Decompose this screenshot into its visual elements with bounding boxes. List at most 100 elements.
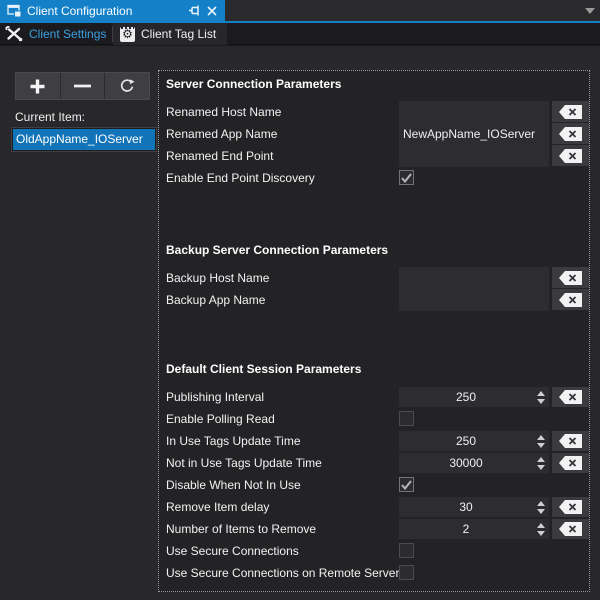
pin-icon[interactable] bbox=[188, 4, 202, 17]
checkbox[interactable] bbox=[399, 477, 414, 492]
spinner-up-icon[interactable] bbox=[537, 457, 545, 462]
text-input[interactable] bbox=[399, 145, 549, 167]
form-row: Number of Items to Remove2 bbox=[166, 518, 589, 540]
form-row: Use Secure Connections bbox=[166, 540, 589, 562]
tab-label: Client Tag List bbox=[141, 27, 216, 41]
field-label: Disable When Not In Use bbox=[166, 474, 399, 496]
form-row: In Use Tags Update Time250 bbox=[166, 430, 589, 452]
content-area: Current Item: OldAppName_IOServer Server… bbox=[0, 46, 600, 600]
number-input[interactable]: 250 bbox=[399, 387, 549, 407]
section-header: Server Connection Parameters bbox=[166, 77, 589, 91]
clear-button[interactable] bbox=[552, 497, 589, 517]
number-input[interactable]: 2 bbox=[399, 519, 549, 539]
clear-button[interactable] bbox=[552, 453, 589, 473]
plus-icon bbox=[29, 78, 46, 95]
clear-backspace-icon bbox=[559, 434, 582, 448]
form-row: Enable Polling Read bbox=[166, 408, 589, 430]
list-item[interactable]: OldAppName_IOServer bbox=[13, 129, 155, 150]
spinner-down-icon[interactable] bbox=[537, 509, 545, 514]
section-header: Backup Server Connection Parameters bbox=[166, 243, 589, 257]
form-row: Backup App Name bbox=[166, 289, 589, 311]
clear-button[interactable] bbox=[552, 289, 589, 311]
spinner-up-icon[interactable] bbox=[537, 435, 545, 440]
checkbox-cell bbox=[399, 408, 549, 430]
form-row: Renamed Host Name bbox=[166, 101, 589, 123]
gear-panel-icon: ⚙ bbox=[120, 27, 135, 42]
section-header: Default Client Session Parameters bbox=[166, 362, 589, 376]
clear-button[interactable] bbox=[552, 431, 589, 451]
form-row: Backup Host Name bbox=[166, 267, 589, 289]
spinner bbox=[533, 519, 549, 539]
clear-button[interactable] bbox=[552, 387, 589, 407]
field-label: Publishing Interval bbox=[166, 386, 399, 408]
field-label: Number of Items to Remove bbox=[166, 518, 399, 540]
clear-backspace-icon bbox=[559, 271, 582, 285]
clear-backspace-icon bbox=[559, 293, 582, 307]
clear-backspace-icon bbox=[559, 500, 582, 514]
tools-wrench-icon bbox=[5, 26, 23, 42]
close-icon[interactable] bbox=[207, 6, 217, 16]
text-input[interactable]: NewAppName_IOServer bbox=[399, 123, 549, 145]
spinner-up-icon[interactable] bbox=[537, 523, 545, 528]
checkbox-cell bbox=[399, 562, 549, 584]
window-title-tab[interactable]: Client Configuration bbox=[0, 0, 225, 21]
number-value: 250 bbox=[399, 390, 533, 404]
dropdown-arrow-icon[interactable] bbox=[585, 8, 595, 14]
spinner-up-icon[interactable] bbox=[537, 391, 545, 396]
spinner-up-icon[interactable] bbox=[537, 501, 545, 506]
remove-button[interactable] bbox=[61, 73, 106, 99]
clear-button[interactable] bbox=[552, 519, 589, 539]
number-value: 2 bbox=[399, 522, 533, 536]
form-section: Backup Server Connection Parameters Backu… bbox=[166, 243, 589, 311]
spinner bbox=[533, 453, 549, 473]
field-label: Remove Item delay bbox=[166, 496, 399, 518]
spinner bbox=[533, 431, 549, 451]
field-label: Backup App Name bbox=[166, 289, 399, 311]
text-input[interactable] bbox=[399, 101, 549, 123]
item-toolbar bbox=[15, 72, 150, 100]
checkbox-cell bbox=[399, 167, 549, 189]
checkbox[interactable] bbox=[399, 565, 414, 580]
field-label: Use Secure Connections on Remote Server bbox=[166, 562, 399, 584]
form-section: Default Client Session Parameters Publish… bbox=[166, 362, 589, 584]
clear-button[interactable] bbox=[552, 267, 589, 289]
clear-backspace-icon bbox=[559, 105, 582, 119]
field-label: In Use Tags Update Time bbox=[166, 430, 399, 452]
spinner-down-icon[interactable] bbox=[537, 399, 545, 404]
tab-bar: Client Settings ⚙ Client Tag List bbox=[0, 23, 600, 45]
number-input[interactable]: 30000 bbox=[399, 453, 549, 473]
number-value: 250 bbox=[399, 434, 533, 448]
field-label: Renamed Host Name bbox=[166, 101, 399, 123]
form-row: Renamed App NameNewAppName_IOServer bbox=[166, 123, 589, 145]
text-input[interactable] bbox=[399, 289, 549, 311]
form-section: Server Connection Parameters Renamed Host… bbox=[166, 77, 589, 189]
form-row: Renamed End Point bbox=[166, 145, 589, 167]
clear-button[interactable] bbox=[552, 101, 589, 123]
form-row: Remove Item delay30 bbox=[166, 496, 589, 518]
refresh-button[interactable] bbox=[105, 73, 149, 99]
add-button[interactable] bbox=[16, 73, 61, 99]
spinner bbox=[533, 497, 549, 517]
spinner-down-icon[interactable] bbox=[537, 443, 545, 448]
text-input[interactable] bbox=[399, 267, 549, 289]
checkbox[interactable] bbox=[399, 543, 414, 558]
clear-backspace-icon bbox=[559, 390, 582, 404]
checkbox[interactable] bbox=[399, 411, 414, 426]
refresh-icon bbox=[119, 78, 135, 94]
window-title: Client Configuration bbox=[27, 4, 132, 18]
number-input[interactable]: 30 bbox=[399, 497, 549, 517]
form-sections: Server Connection Parameters Renamed Host… bbox=[166, 77, 589, 584]
form-row: Use Secure Connections on Remote Server bbox=[166, 562, 589, 584]
current-item-list[interactable]: OldAppName_IOServer bbox=[11, 127, 157, 152]
spinner-down-icon[interactable] bbox=[537, 531, 545, 536]
minus-icon bbox=[73, 83, 92, 89]
checkbox[interactable] bbox=[399, 170, 414, 185]
clear-button[interactable] bbox=[552, 123, 589, 145]
clear-backspace-icon bbox=[559, 149, 582, 163]
clear-button[interactable] bbox=[552, 145, 589, 167]
spinner-down-icon[interactable] bbox=[537, 465, 545, 470]
checkbox-cell bbox=[399, 474, 549, 496]
number-input[interactable]: 250 bbox=[399, 431, 549, 451]
tab-client-settings[interactable]: Client Settings bbox=[0, 23, 112, 45]
tab-client-tag-list[interactable]: ⚙ Client Tag List bbox=[113, 23, 227, 45]
